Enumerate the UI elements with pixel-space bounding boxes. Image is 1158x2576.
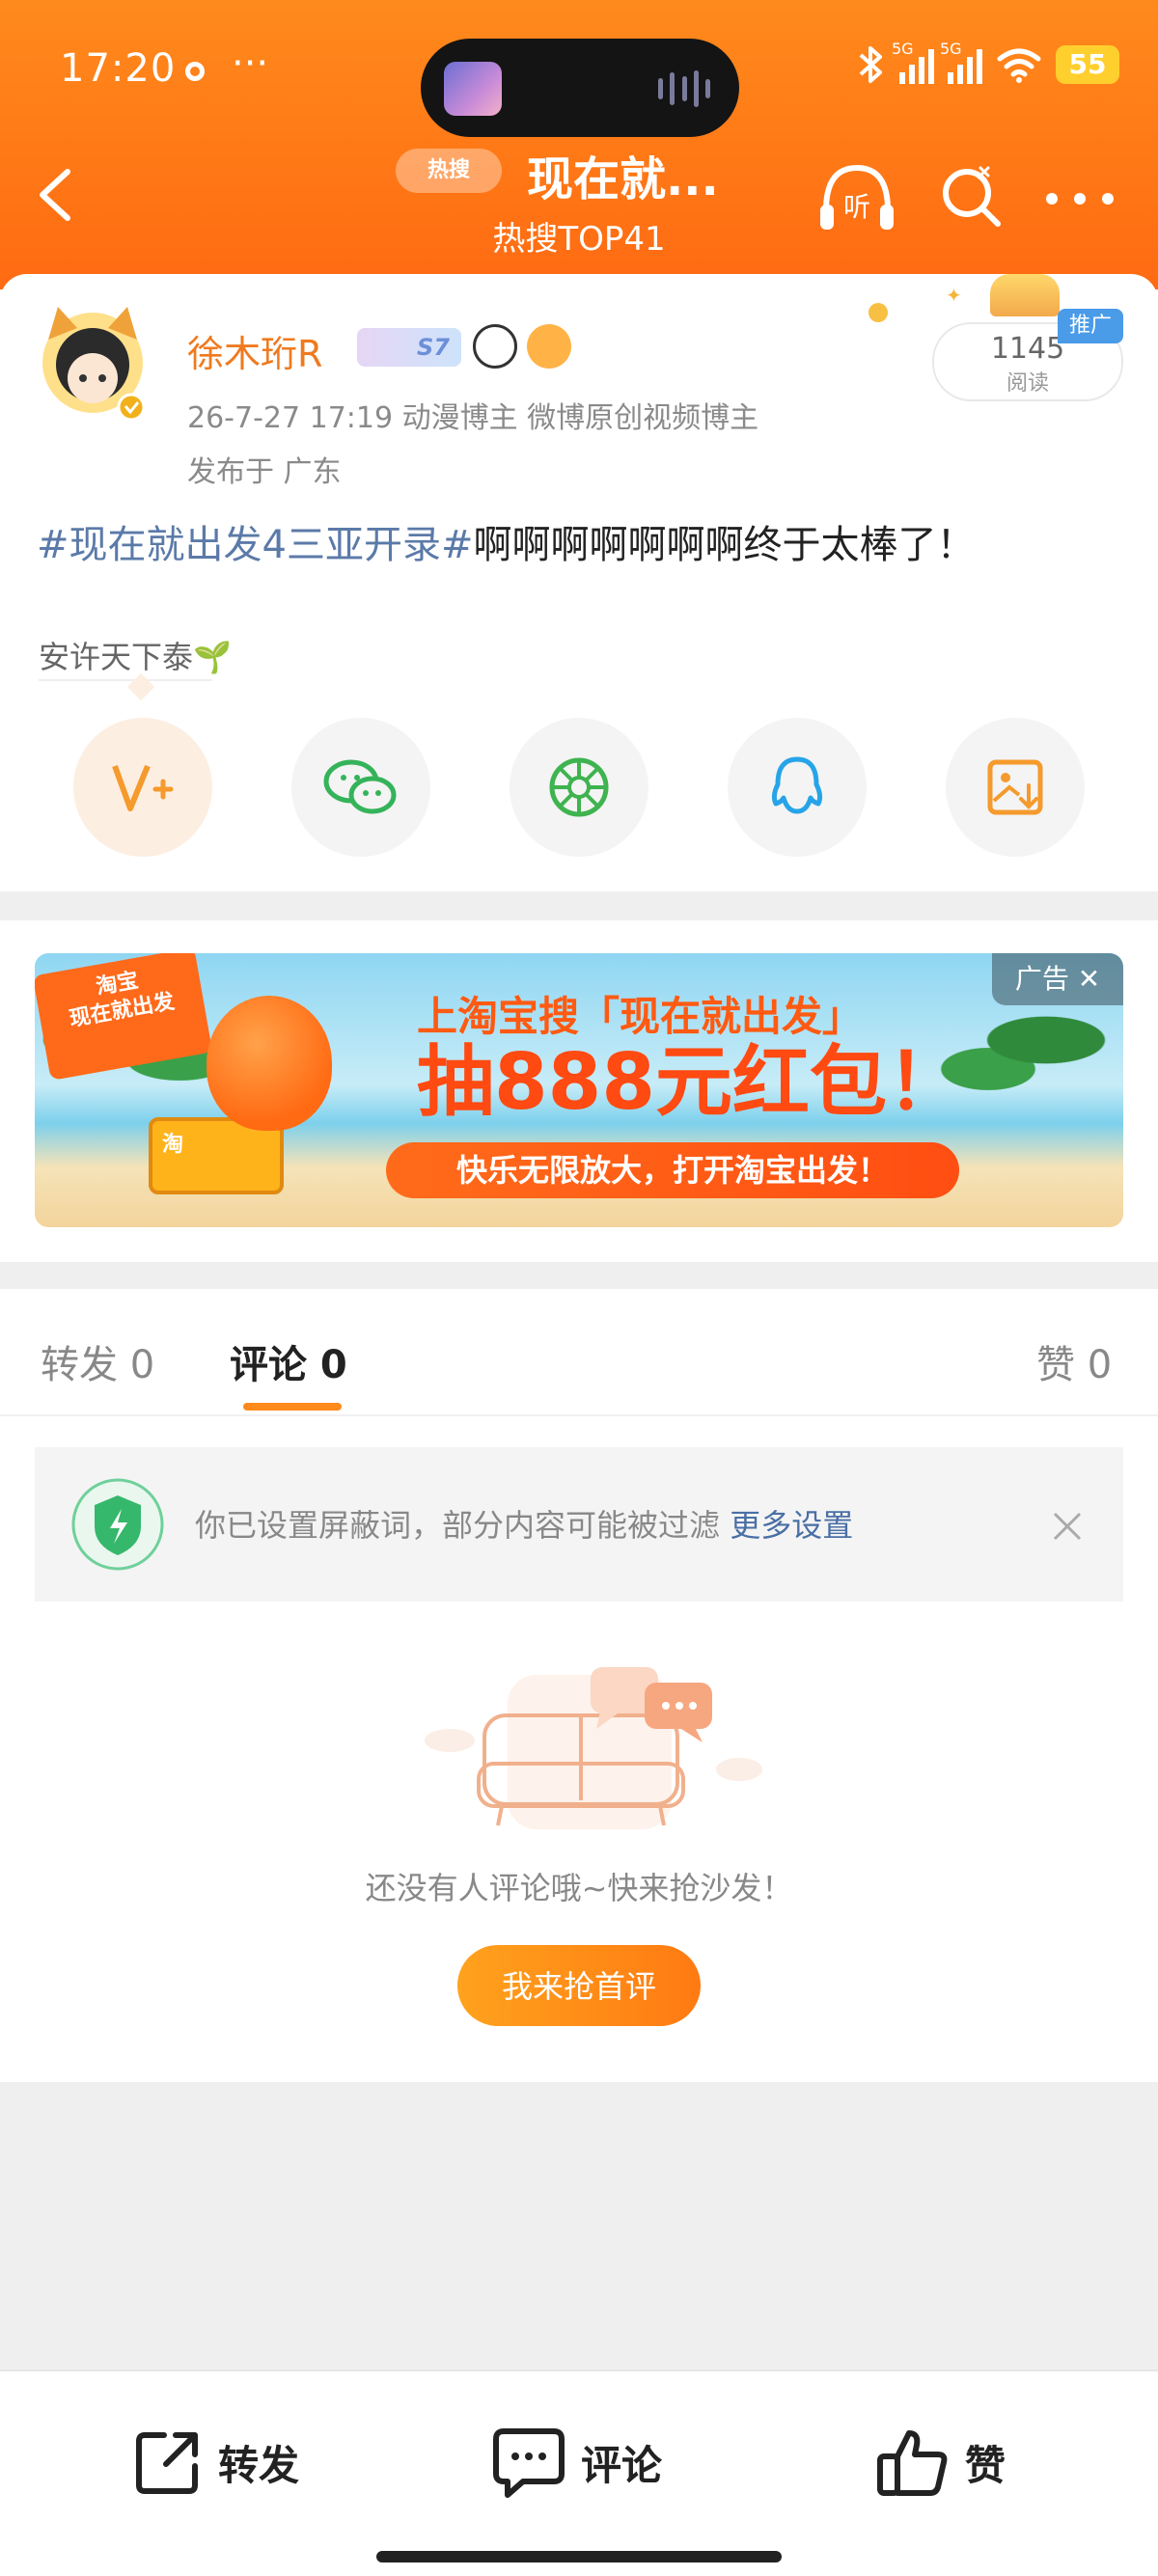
now-playing-thumbnail	[444, 62, 502, 116]
hot-search-badge: 热搜	[396, 149, 502, 193]
page-bottom-spacer	[0, 2082, 1158, 2370]
share-qq-button[interactable]	[728, 718, 867, 857]
share-arrow-icon	[136, 2432, 198, 2494]
back-arrow-icon[interactable]	[33, 166, 75, 224]
share-wechat-button[interactable]	[291, 718, 430, 857]
close-icon[interactable]	[1052, 1511, 1083, 1542]
bluetooth-icon	[859, 46, 882, 83]
wechat-icon	[323, 759, 397, 814]
section-divider	[0, 891, 1158, 920]
empty-comments-text: 还没有人评论哦~快来抢沙发！	[365, 1870, 793, 1906]
fish-badge-icon[interactable]	[527, 324, 571, 369]
repost-button[interactable]: 转发	[131, 2422, 299, 2503]
repost-label: 转发	[218, 2441, 300, 2489]
comment-label: 评论	[581, 2441, 663, 2489]
shield-icon	[71, 1478, 164, 1571]
mascot-icon	[207, 996, 332, 1131]
ad-prize-text: 抽888元红包！	[417, 1037, 964, 1127]
source-tag[interactable]: 安许天下泰🌱	[39, 633, 232, 677]
read-label: 阅读	[1006, 371, 1049, 396]
more-settings-link[interactable]: 更多设置	[730, 1507, 853, 1544]
topic-link[interactable]: #现在就出发4三亚开录#	[37, 523, 473, 567]
header: 17:20 ··· 5G 5G 55 热搜 现在就... 热搜TOP41 听	[0, 0, 1158, 289]
wifi-icon	[997, 48, 1041, 83]
ad-close-button[interactable]: 广告 ✕	[992, 953, 1123, 1005]
ad-cta-button[interactable]: 快乐无限放大，打开淘宝出发！	[386, 1142, 959, 1198]
audio-waveform-icon	[658, 69, 710, 108]
tab-like[interactable]: 赞 0	[1036, 1333, 1112, 1389]
post-body: 啊啊啊啊啊啊啊终于太棒了！	[473, 523, 976, 567]
planet-decoration	[868, 303, 888, 322]
user-name[interactable]: 徐木珩R	[187, 324, 322, 377]
moments-icon	[549, 757, 609, 817]
star-decoration: ✦	[946, 284, 962, 307]
status-icons: 5G 5G 55	[857, 40, 1119, 85]
comment-bubble-icon	[493, 2428, 565, 2498]
home-indicator[interactable]	[376, 2551, 782, 2562]
page-title: 现在就...	[527, 152, 719, 206]
level-badge[interactable]: S7	[357, 328, 461, 367]
promo-tag: 推广	[1058, 309, 1123, 343]
ad-banner[interactable]: 淘宝 现在就出发 淘 上淘宝搜「现在就出发」 抽888元红包！ 快乐无限放大，打…	[35, 953, 1123, 1227]
search-icon[interactable]	[938, 164, 1006, 232]
page-subtitle: 热搜TOP41	[492, 220, 666, 259]
cellular-signal-icon-2: 5G	[940, 40, 982, 84]
filter-notice: 你已设置屏蔽词，部分内容可能被过滤 更多设置	[35, 1447, 1123, 1602]
save-image-icon	[987, 759, 1043, 815]
little-prince-decoration	[990, 274, 1060, 316]
tab-comment[interactable]: 评论 0	[230, 1333, 347, 1389]
first-comment-button[interactable]: 我来抢首评	[457, 1945, 701, 2026]
panda-badge-icon[interactable]	[473, 324, 517, 369]
section-divider-2	[0, 1262, 1158, 1289]
recording-indicator-icon	[185, 62, 205, 81]
empty-sofa-illustration	[425, 1667, 762, 1829]
dynamic-island[interactable]	[421, 39, 739, 137]
share-save-image-button[interactable]	[946, 718, 1085, 857]
post-meta: 26-7-27 17:19 动漫博主 微博原创视频博主	[187, 401, 759, 435]
ad-headline: 上淘宝搜「现在就出发」	[417, 993, 864, 1040]
post-card: ✦ 徐木珩R S7 26-7-27 17:19 动漫博主 微博原创视频博主 发布…	[0, 274, 1158, 891]
share-row	[73, 718, 1085, 857]
source-divider	[39, 679, 212, 681]
vplus-icon	[112, 764, 174, 811]
more-options-icon[interactable]	[1046, 189, 1114, 208]
post-location: 发布于 广东	[187, 455, 342, 489]
avatar[interactable]	[35, 301, 151, 426]
bottom-action-bar: 转发 评论 赞	[0, 2370, 1158, 2576]
battery-indicator: 55	[1056, 45, 1119, 84]
like-label: 赞	[965, 2441, 1006, 2489]
qq-icon	[771, 756, 823, 814]
post-text: #现在就出发4三亚开录#啊啊啊啊啊啊啊终于太棒了！	[37, 513, 975, 569]
source-caret	[126, 672, 155, 701]
thumbs-up-icon	[877, 2430, 948, 2496]
cellular-signal-icon: 5G	[892, 40, 934, 84]
svg-text:听: 听	[843, 191, 870, 223]
comment-button[interactable]: 评论	[490, 2422, 662, 2503]
notice-text: 你已设置屏蔽词，部分内容可能被过滤 更多设置	[195, 1501, 853, 1546]
status-more: ···	[232, 41, 269, 86]
signal-type-label-2: 5G	[940, 40, 962, 58]
like-button[interactable]: 赞	[874, 2422, 1006, 2503]
nav-title-group[interactable]: 热搜 现在就... 热搜TOP41	[386, 141, 772, 259]
share-vplus-button[interactable]	[73, 718, 212, 857]
status-bar: 17:20 ··· 5G 5G 55	[0, 19, 1158, 137]
active-tab-indicator	[243, 1403, 342, 1411]
headphones-icon: 听	[820, 164, 894, 230]
share-moments-button[interactable]	[510, 718, 648, 857]
notice-message: 你已设置屏蔽词，部分内容可能被过滤	[195, 1507, 721, 1544]
listen-button[interactable]: 听	[816, 160, 897, 237]
status-time: 17:20	[60, 46, 177, 91]
signal-type-label: 5G	[892, 40, 914, 58]
tab-repost[interactable]: 转发 0	[41, 1333, 154, 1389]
tab-bar: 转发 0 评论 0 赞 0	[0, 1289, 1158, 1416]
